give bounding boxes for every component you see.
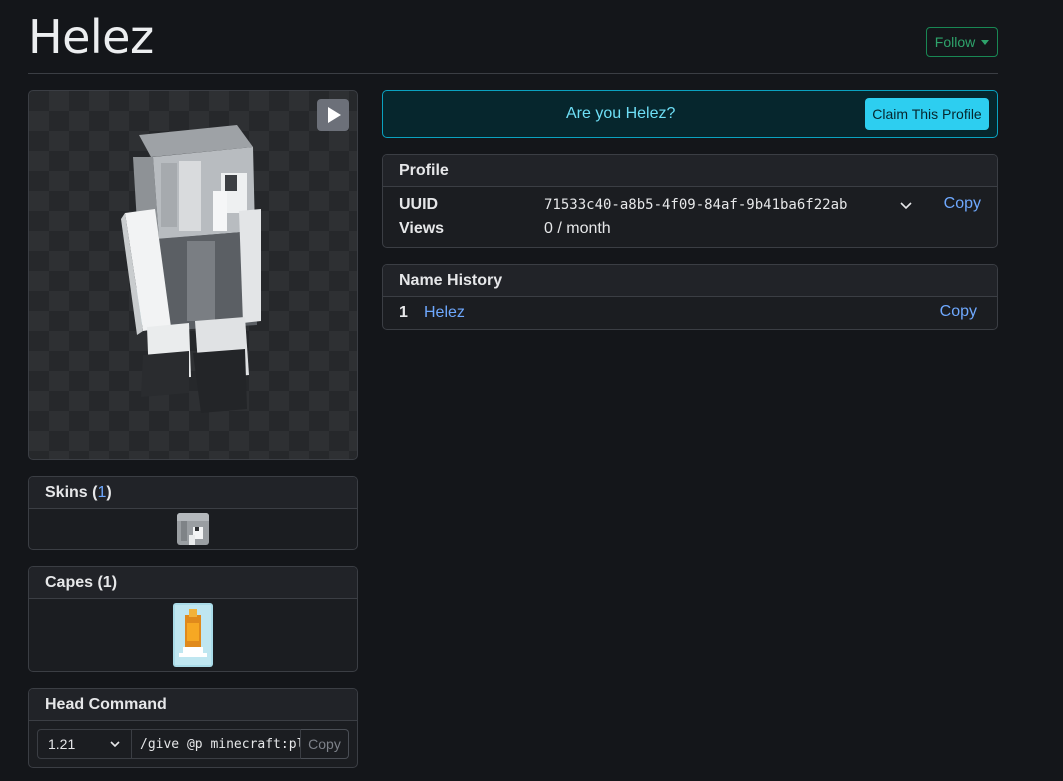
uuid-value: 71533c40-a8b5-4f09-84af-9b41ba6f22ab [544, 197, 848, 213]
page: Helez Follow Skins (1) Capes (1) Head … [28, 0, 998, 768]
head-command-card: Head Command 1.21 /give @p minecraft:pla… [28, 688, 358, 768]
claim-profile-banner: Are you Helez? Claim This Profile [382, 90, 998, 138]
version-select[interactable]: 1.21 [37, 729, 131, 759]
player-model-render [121, 125, 261, 413]
skins-list [29, 509, 357, 549]
uuid-row: UUID 71533c40-a8b5-4f09-84af-9b41ba6f22a… [399, 193, 981, 217]
views-row: Views 0 / month [399, 217, 981, 241]
version-select-value: 1.21 [48, 736, 76, 752]
right-column: Are you Helez? Claim This Profile Profil… [382, 90, 998, 330]
name-history-card: Name History 1 Helez Copy [382, 264, 998, 330]
name-history-header: Name History [383, 265, 997, 297]
capes-list [29, 599, 357, 671]
skins-title: Skins [45, 483, 88, 501]
cape-image [173, 603, 213, 667]
cape-thumbnail[interactable] [173, 603, 213, 667]
skins-count: 1 [97, 483, 107, 501]
name-history-copy-link[interactable]: Copy [940, 303, 977, 321]
claim-prompt-text: Are you Helez? [566, 105, 676, 122]
head-command-input[interactable]: /give @p minecraft:player_head [131, 729, 301, 759]
claim-profile-button[interactable]: Claim This Profile [865, 98, 989, 130]
play-animation-button[interactable] [317, 99, 349, 131]
profile-body: UUID 71533c40-a8b5-4f09-84af-9b41ba6f22a… [383, 187, 997, 247]
capes-card: Capes (1) [28, 566, 358, 672]
skin-thumbnail[interactable] [177, 513, 209, 545]
name-history-index: 1 [399, 304, 408, 321]
head-command-copy-button[interactable]: Copy [301, 729, 349, 759]
caret-down-icon [981, 39, 990, 45]
name-history-row: 1 Helez Copy [383, 297, 997, 329]
capes-card-header: Capes (1) [29, 567, 357, 599]
skins-card-header: Skins (1) [29, 477, 357, 509]
head-command-text: /give @p minecraft:player_head [140, 736, 300, 752]
uuid-copy-link[interactable]: Copy [944, 195, 981, 213]
views-label: Views [399, 220, 445, 237]
page-title: Helez [28, 10, 154, 64]
page-header: Helez Follow [28, 0, 998, 74]
play-icon [328, 107, 341, 123]
follow-button[interactable]: Follow [926, 27, 998, 57]
views-value: 0 / month [544, 220, 611, 237]
skin-3d-viewer[interactable] [28, 90, 358, 460]
chevron-down-icon[interactable] [899, 198, 913, 212]
profile-card: Profile UUID 71533c40-a8b5-4f09-84af-9b4… [382, 154, 998, 248]
uuid-label: UUID [399, 196, 439, 213]
profile-card-header: Profile [383, 155, 997, 187]
head-command-body: 1.21 /give @p minecraft:player_head Copy [29, 721, 357, 767]
chevron-down-icon [110, 741, 120, 748]
skins-card: Skins (1) [28, 476, 358, 550]
follow-button-label: Follow [934, 34, 976, 50]
head-command-header: Head Command [29, 689, 357, 721]
left-column: Skins (1) Capes (1) Head Command 1.21 /g… [28, 90, 358, 768]
name-history-name-link[interactable]: Helez [424, 304, 465, 322]
skin-face-image [177, 513, 209, 545]
